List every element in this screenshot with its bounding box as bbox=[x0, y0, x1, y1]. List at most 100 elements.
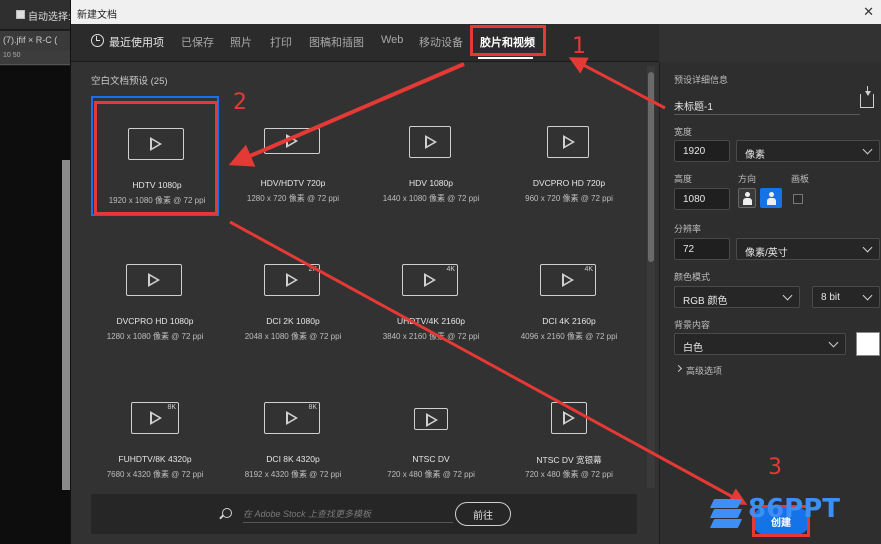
resolution-label: 分辨率 bbox=[674, 224, 702, 234]
preset-card[interactable]: DVCPRO HD 720p 960 x 720 像素 @ 72 ppi bbox=[505, 96, 633, 216]
video-preset-icon bbox=[264, 128, 320, 154]
preset-name: HDV/HDTV 720p bbox=[260, 178, 326, 188]
preset-name: DCI 4K 2160p bbox=[542, 316, 596, 326]
background-contents-label: 背景内容 bbox=[674, 320, 711, 330]
ps-ruler: 10 50 bbox=[0, 51, 72, 65]
bit-depth-select[interactable]: 8 bit bbox=[812, 286, 880, 308]
preset-card[interactable]: NTSC DV 720 x 480 像素 @ 72 ppi bbox=[367, 372, 495, 492]
height-input[interactable]: 1080 bbox=[674, 188, 730, 210]
preset-name: DCI 8K 4320p bbox=[266, 454, 320, 464]
tab-mobile[interactable]: 移动设备 bbox=[419, 34, 463, 50]
resolution-badge: 4K bbox=[584, 266, 593, 273]
close-icon[interactable]: ✕ bbox=[863, 4, 874, 20]
preset-name: DCI 2K 1080p bbox=[266, 316, 320, 326]
watermark-logo: 86PPT bbox=[709, 492, 878, 532]
play-icon bbox=[563, 411, 575, 425]
bit-depth-value: 8 bit bbox=[821, 292, 840, 303]
category-tabs: 最近使用项 已保存 照片 打印 图稿和插图 Web 移动设备 胶片和视频 bbox=[71, 24, 659, 62]
document-name-field[interactable]: 未标题-1 bbox=[674, 95, 860, 115]
preset-card[interactable]: 4K DCI 4K 2160p 4096 x 2160 像素 @ 72 ppi bbox=[505, 234, 633, 354]
save-preset-icon[interactable] bbox=[860, 86, 874, 108]
preset-name: FUHDTV/8K 4320p bbox=[118, 454, 192, 464]
preset-size: 1440 x 1080 像素 @ 72 ppi bbox=[382, 194, 480, 203]
annotation-number-3: 3 bbox=[768, 455, 782, 480]
preset-size: 1280 x 720 像素 @ 72 ppi bbox=[246, 194, 340, 203]
tab-print[interactable]: 打印 bbox=[270, 34, 292, 50]
width-input[interactable]: 1920 bbox=[674, 140, 730, 162]
width-unit-value: 像素 bbox=[745, 150, 765, 161]
play-icon bbox=[424, 273, 436, 287]
portrait-button[interactable] bbox=[738, 188, 756, 208]
tab-art-illustration[interactable]: 图稿和插图 bbox=[309, 34, 364, 50]
preset-card[interactable]: 8K FUHDTV/8K 4320p 7680 x 4320 像素 @ 72 p… bbox=[91, 372, 219, 492]
tab-recent[interactable]: 最近使用项 bbox=[109, 34, 164, 50]
landscape-button[interactable] bbox=[760, 188, 782, 208]
preset-size: 720 x 480 像素 @ 72 ppi bbox=[387, 470, 475, 479]
play-icon bbox=[286, 134, 298, 148]
preset-size: 2048 x 1080 像素 @ 72 ppi bbox=[244, 332, 342, 341]
preset-scrollbar-thumb[interactable] bbox=[648, 72, 654, 262]
background-contents-select[interactable]: 白色 bbox=[674, 333, 846, 355]
preset-card[interactable]: NTSC DV 宽银幕 720 x 480 像素 @ 72 ppi bbox=[505, 372, 633, 492]
preset-name: DVCPRO HD 720p bbox=[532, 178, 606, 188]
color-mode-value: RGB 颜色 bbox=[683, 296, 728, 307]
background-color-swatch[interactable] bbox=[856, 332, 880, 356]
play-icon bbox=[425, 135, 437, 149]
advanced-options-toggle[interactable]: 高级选项 bbox=[686, 364, 722, 377]
resolution-badge: 2K bbox=[308, 266, 317, 273]
preset-size: 4096 x 2160 像素 @ 72 ppi bbox=[520, 332, 618, 341]
width-unit-select[interactable]: 像素 bbox=[736, 140, 880, 162]
video-preset-icon bbox=[126, 264, 182, 296]
ps-document-tabs[interactable]: (7).jfif × R-C ( bbox=[0, 31, 72, 51]
preset-name: NTSC DV bbox=[412, 454, 450, 464]
video-preset-icon: 8K bbox=[131, 402, 179, 434]
play-icon bbox=[286, 273, 298, 287]
artboard-checkbox[interactable] bbox=[793, 194, 803, 204]
auto-select-label: 自动选择: bbox=[28, 12, 71, 23]
landscape-icon bbox=[767, 192, 776, 205]
preset-card[interactable]: 4K UHDTV/4K 2160p 3840 x 2160 像素 @ 72 pp… bbox=[367, 234, 495, 354]
preset-card[interactable]: DVCPRO HD 1080p 1280 x 1080 像素 @ 72 ppi bbox=[91, 234, 219, 354]
preset-size: 3840 x 2160 像素 @ 72 ppi bbox=[382, 332, 480, 341]
portrait-icon bbox=[743, 192, 752, 205]
annotation-box-hdtv-preset bbox=[94, 101, 218, 215]
color-mode-label: 颜色模式 bbox=[674, 272, 711, 282]
preset-size: 1280 x 1080 像素 @ 72 ppi bbox=[106, 332, 204, 341]
details-heading: 预设详细信息 bbox=[674, 75, 729, 85]
video-preset-icon: 2K bbox=[264, 264, 320, 296]
preset-name: NTSC DV 宽银幕 bbox=[536, 455, 602, 465]
play-icon bbox=[286, 411, 298, 425]
dialog-title: 新建文档 bbox=[77, 10, 117, 21]
video-preset-icon bbox=[547, 126, 589, 158]
preset-size: 7680 x 4320 像素 @ 72 ppi bbox=[106, 470, 204, 479]
ps-canvas-edge bbox=[62, 160, 70, 490]
go-button[interactable]: 前往 bbox=[455, 502, 511, 526]
new-document-dialog: 新建文档 ✕ 最近使用项 已保存 照片 打印 图稿和插图 Web 移动设备 胶片… bbox=[70, 0, 881, 544]
preset-card[interactable]: HDV 1080p 1440 x 1080 像素 @ 72 ppi bbox=[367, 96, 495, 216]
video-preset-icon: 4K bbox=[540, 264, 596, 296]
resolution-input[interactable]: 72 bbox=[674, 238, 730, 260]
play-icon bbox=[150, 411, 162, 425]
layers-icon bbox=[709, 499, 744, 528]
background-contents-value: 白色 bbox=[683, 343, 703, 354]
presets-section-title: 空白文档预设 (25) bbox=[91, 76, 168, 87]
tab-photo[interactable]: 照片 bbox=[230, 34, 252, 50]
chevron-right-icon[interactable] bbox=[674, 364, 683, 373]
preset-card[interactable]: HDV/HDTV 720p 1280 x 720 像素 @ 72 ppi bbox=[229, 96, 357, 216]
resolution-unit-select[interactable]: 像素/英寸 bbox=[736, 238, 880, 260]
widescreen-preset-icon bbox=[551, 402, 587, 434]
resolution-badge: 8K bbox=[167, 404, 176, 411]
tab-saved[interactable]: 已保存 bbox=[181, 34, 214, 50]
artboard-label: 画板 bbox=[791, 174, 810, 184]
color-mode-select[interactable]: RGB 颜色 bbox=[674, 286, 800, 308]
preset-name: DVCPRO HD 1080p bbox=[116, 316, 194, 326]
chevron-down-icon bbox=[862, 242, 873, 253]
auto-select-checkbox[interactable] bbox=[16, 10, 25, 19]
tab-web[interactable]: Web bbox=[381, 34, 403, 46]
orientation-label: 方向 bbox=[738, 174, 757, 184]
resolution-unit-value: 像素/英寸 bbox=[745, 248, 788, 259]
preset-card[interactable]: 2K DCI 2K 1080p 2048 x 1080 像素 @ 72 ppi bbox=[229, 234, 357, 354]
preset-card[interactable]: 8K DCI 8K 4320p 8192 x 4320 像素 @ 72 ppi bbox=[229, 372, 357, 492]
preset-size: 720 x 480 像素 @ 72 ppi bbox=[525, 470, 613, 479]
stock-search-input[interactable] bbox=[243, 505, 453, 523]
